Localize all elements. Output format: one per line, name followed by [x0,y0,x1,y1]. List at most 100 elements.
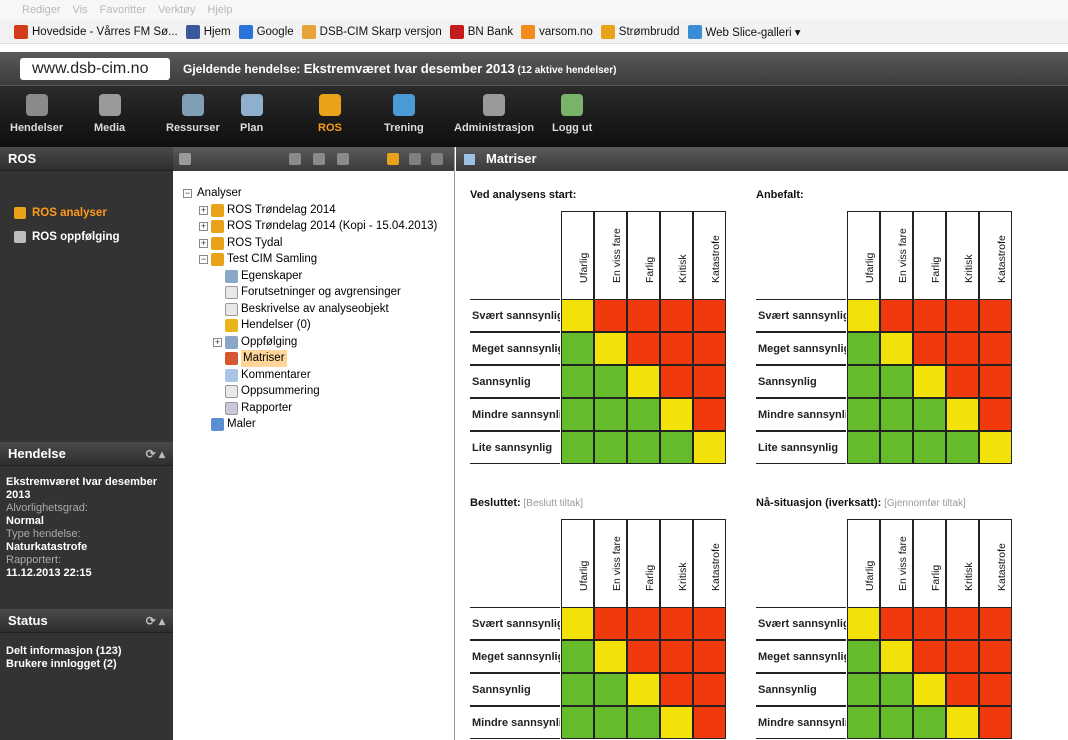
risk-cell[interactable] [847,365,880,398]
browser-menu-item[interactable]: Verktøy [158,4,195,16]
risk-cell[interactable] [913,640,946,673]
risk-cell[interactable] [946,299,979,332]
refresh-collapse-icon[interactable]: ⟳ ▴ [146,442,165,466]
collapse-icon[interactable]: − [199,255,208,264]
matrix-action-link[interactable]: [Gjennomfør tiltak] [881,498,966,509]
risk-cell[interactable] [913,398,946,431]
risk-cell[interactable] [627,431,660,464]
risk-cell[interactable] [913,673,946,706]
risk-cell[interactable] [880,431,913,464]
risk-cell[interactable] [946,673,979,706]
tree-node[interactable]: + Oppfølging [173,334,454,351]
risk-cell[interactable] [627,640,660,673]
risk-cell[interactable] [847,640,880,673]
risk-cell[interactable] [693,706,726,739]
risk-cell[interactable] [946,431,979,464]
risk-cell[interactable] [979,431,1012,464]
tree-node[interactable]: + ROS Trøndelag 2014 [173,202,454,219]
risk-cell[interactable] [561,673,594,706]
risk-cell[interactable] [693,431,726,464]
risk-cell[interactable] [847,431,880,464]
risk-cell[interactable] [693,398,726,431]
tree-node[interactable]: Forutsetninger og avgrensinger [173,284,454,301]
browser-menu-item[interactable]: Favoritter [100,4,146,16]
risk-cell[interactable] [979,398,1012,431]
risk-cell[interactable] [913,706,946,739]
risk-cell[interactable] [847,607,880,640]
risk-cell[interactable] [561,398,594,431]
favorite-link[interactable]: DSB-CIM Skarp versjon [301,24,442,39]
status-item-shared[interactable]: Delt informasjon (123) [6,645,173,658]
risk-cell[interactable] [979,365,1012,398]
expand-icon[interactable]: + [213,337,222,347]
risk-cell[interactable] [913,431,946,464]
risk-cell[interactable] [627,673,660,706]
current-event-name[interactable]: Ekstremværet Ivar desember 2013 [304,61,515,76]
risk-cell[interactable] [660,431,693,464]
risk-cell[interactable] [627,706,660,739]
risk-cell[interactable] [660,706,693,739]
toolbar-administrasjon-button[interactable]: Administrasjon [454,94,534,134]
risk-cell[interactable] [660,299,693,332]
export-icon[interactable] [431,153,443,165]
new-analysis-icon[interactable] [387,153,399,165]
tree-node[interactable]: − Analyser [173,185,454,202]
risk-cell[interactable] [946,706,979,739]
risk-cell[interactable] [627,332,660,365]
risk-cell[interactable] [561,365,594,398]
risk-cell[interactable] [660,332,693,365]
risk-cell[interactable] [627,398,660,431]
risk-cell[interactable] [880,365,913,398]
tree-node[interactable]: Maler [173,416,454,433]
refresh-collapse-icon[interactable]: ⟳ ▴ [146,609,165,633]
favorite-link[interactable]: Hjem [185,24,231,39]
risk-cell[interactable] [880,332,913,365]
risk-cell[interactable] [594,398,627,431]
tree-node[interactable]: Kommentarer [173,367,454,384]
risk-cell[interactable] [979,607,1012,640]
toolbar-ressurser-button[interactable]: Ressurser [166,94,220,134]
risk-cell[interactable] [913,332,946,365]
risk-cell[interactable] [693,299,726,332]
risk-cell[interactable] [946,607,979,640]
risk-cell[interactable] [627,607,660,640]
risk-cell[interactable] [693,673,726,706]
nav-ros-analyser[interactable]: ROS analyser [0,201,173,225]
tree-node[interactable]: + ROS Tydal [173,235,454,252]
tree-node[interactable]: − Test CIM Samling [173,251,454,268]
risk-cell[interactable] [880,299,913,332]
expand-icon[interactable]: + [199,222,208,231]
matrix-action-link[interactable]: [Beslutt tiltak] [521,498,583,509]
risk-cell[interactable] [660,673,693,706]
risk-cell[interactable] [880,673,913,706]
favorite-link[interactable]: Hovedside - Vårres FM Sø... [14,24,178,39]
risk-cell[interactable] [594,299,627,332]
paste-icon[interactable] [337,153,349,165]
expand-icon[interactable]: + [199,205,208,215]
toolbar-plan-button[interactable]: Plan [240,94,263,134]
risk-cell[interactable] [693,365,726,398]
risk-cell[interactable] [847,706,880,739]
risk-cell[interactable] [979,332,1012,365]
tree-node[interactable]: Beskrivelse av analyseobjekt [173,301,454,318]
tree-node[interactable]: Rapporter [173,400,454,417]
risk-cell[interactable] [594,706,627,739]
favorite-link[interactable]: BN Bank [449,24,513,39]
risk-cell[interactable] [561,431,594,464]
risk-cell[interactable] [847,299,880,332]
collapse-icon[interactable]: − [183,189,192,198]
risk-cell[interactable] [979,673,1012,706]
risk-cell[interactable] [561,299,594,332]
toolbar-ros-button[interactable]: ROS [318,94,342,134]
browser-menu-item[interactable]: Vis [73,4,88,16]
import-icon[interactable] [409,153,421,165]
favorite-link[interactable]: Web Slice-galleri ▾ [687,24,801,39]
risk-cell[interactable] [847,398,880,431]
status-item-users[interactable]: Brukere innlogget (2) [6,658,173,671]
favorite-link[interactable]: varsom.no [521,24,593,39]
expand-icon[interactable]: + [199,238,208,248]
risk-cell[interactable] [594,332,627,365]
risk-cell[interactable] [880,640,913,673]
risk-cell[interactable] [693,332,726,365]
refresh-icon[interactable] [179,153,191,165]
